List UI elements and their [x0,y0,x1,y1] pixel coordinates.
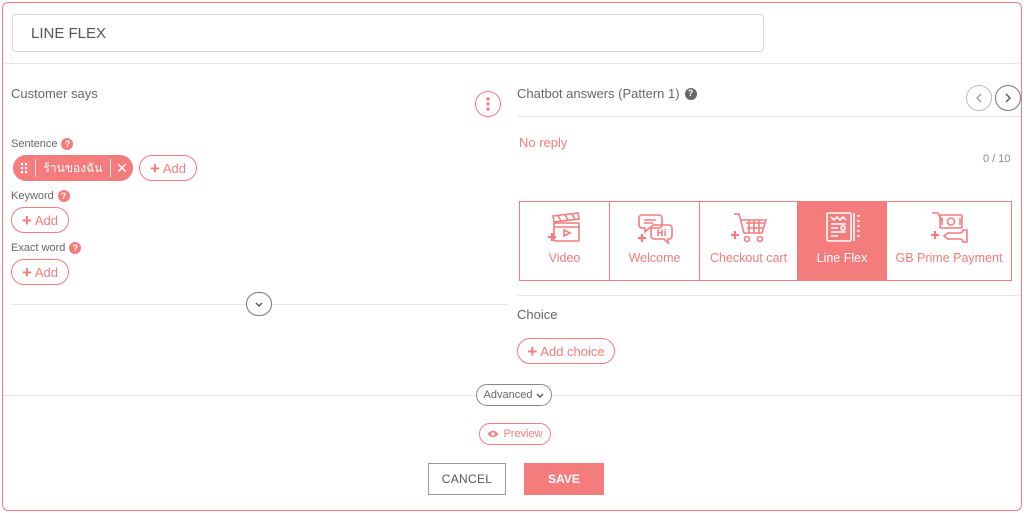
line-flex-icon [826,212,860,242]
choice-heading: Choice [517,307,558,322]
type-checkout-cart-button[interactable]: Checkout cart [700,202,798,280]
chip-divider [110,159,111,177]
sentence-chip-text: ร้านของฉัน [43,160,103,175]
previous-pattern-button[interactable] [966,85,992,111]
sentence-label: Sentence ? [11,138,74,150]
intent-name-input[interactable] [12,14,764,52]
type-line-flex-button[interactable]: Line Flex [798,202,887,280]
type-welcome-button[interactable]: Hi Welcome [610,202,700,280]
no-reply-text: No reply [519,135,568,150]
next-pattern-button[interactable] [995,85,1021,111]
chevron-down-icon [536,393,544,398]
payment-icon [931,212,968,243]
answer-type-selector: Video Hi Welcome Checkout cart Line Flex… [519,201,1012,281]
keyword-label: Keyword ? [11,190,70,202]
header-divider [3,63,1021,64]
chevron-down-icon [255,302,263,307]
eye-icon [487,430,499,438]
preview-button[interactable]: Preview [479,423,551,445]
add-sentence-button[interactable]: + Add [139,155,197,181]
plus-icon: + [21,210,32,230]
plus-icon: + [149,158,160,178]
intent-editor-panel: Customer says Sentence ? ร้านของฉัน ✕ +A… [2,2,1022,511]
drag-handle-icon[interactable] [13,162,35,174]
customer-says-heading: Customer says [11,86,98,101]
answer-counter: 0 / 10 [983,153,1011,165]
add-keyword-button[interactable]: + Add [11,207,69,233]
checkout-cart-icon [730,213,767,243]
welcome-chat-icon: Hi [637,214,673,245]
plus-icon: + [527,341,538,361]
keyword-help-icon[interactable]: ? [57,190,70,202]
sentence-chip[interactable]: ร้านของฉัน ✕ [13,155,133,181]
chatbot-divider [517,116,1021,117]
chevron-left-icon [976,93,982,103]
cancel-button[interactable]: CANCEL [428,463,506,495]
plus-icon: + [21,262,32,282]
chatbot-help-icon[interactable]: ? [684,87,697,100]
advanced-toggle-button[interactable]: Advanced [476,384,552,406]
type-gb-prime-payment-button[interactable]: GB Prime Payment [887,202,1011,280]
save-button[interactable]: SAVE [524,463,604,495]
expand-customer-button[interactable] [246,292,272,316]
chip-divider [35,159,36,177]
chevron-right-icon [1005,93,1011,103]
video-clapper-icon [547,212,580,242]
kebab-icon [486,97,490,111]
chatbot-answers-heading: Chatbot answers (Pattern 1) ? [517,86,697,101]
sentence-help-icon[interactable]: ? [61,138,74,150]
more-options-button[interactable] [475,91,501,117]
exact-word-label: Exact word ? [11,242,82,254]
exact-word-help-icon[interactable]: ? [69,242,82,254]
add-exact-word-button[interactable]: + Add [11,259,69,285]
close-icon[interactable]: ✕ [111,160,133,177]
svg-text:Hi: Hi [656,229,666,239]
type-video-button[interactable]: Video [520,202,610,280]
add-choice-button[interactable]: + Add choice [517,338,615,364]
choice-divider [517,295,1021,296]
